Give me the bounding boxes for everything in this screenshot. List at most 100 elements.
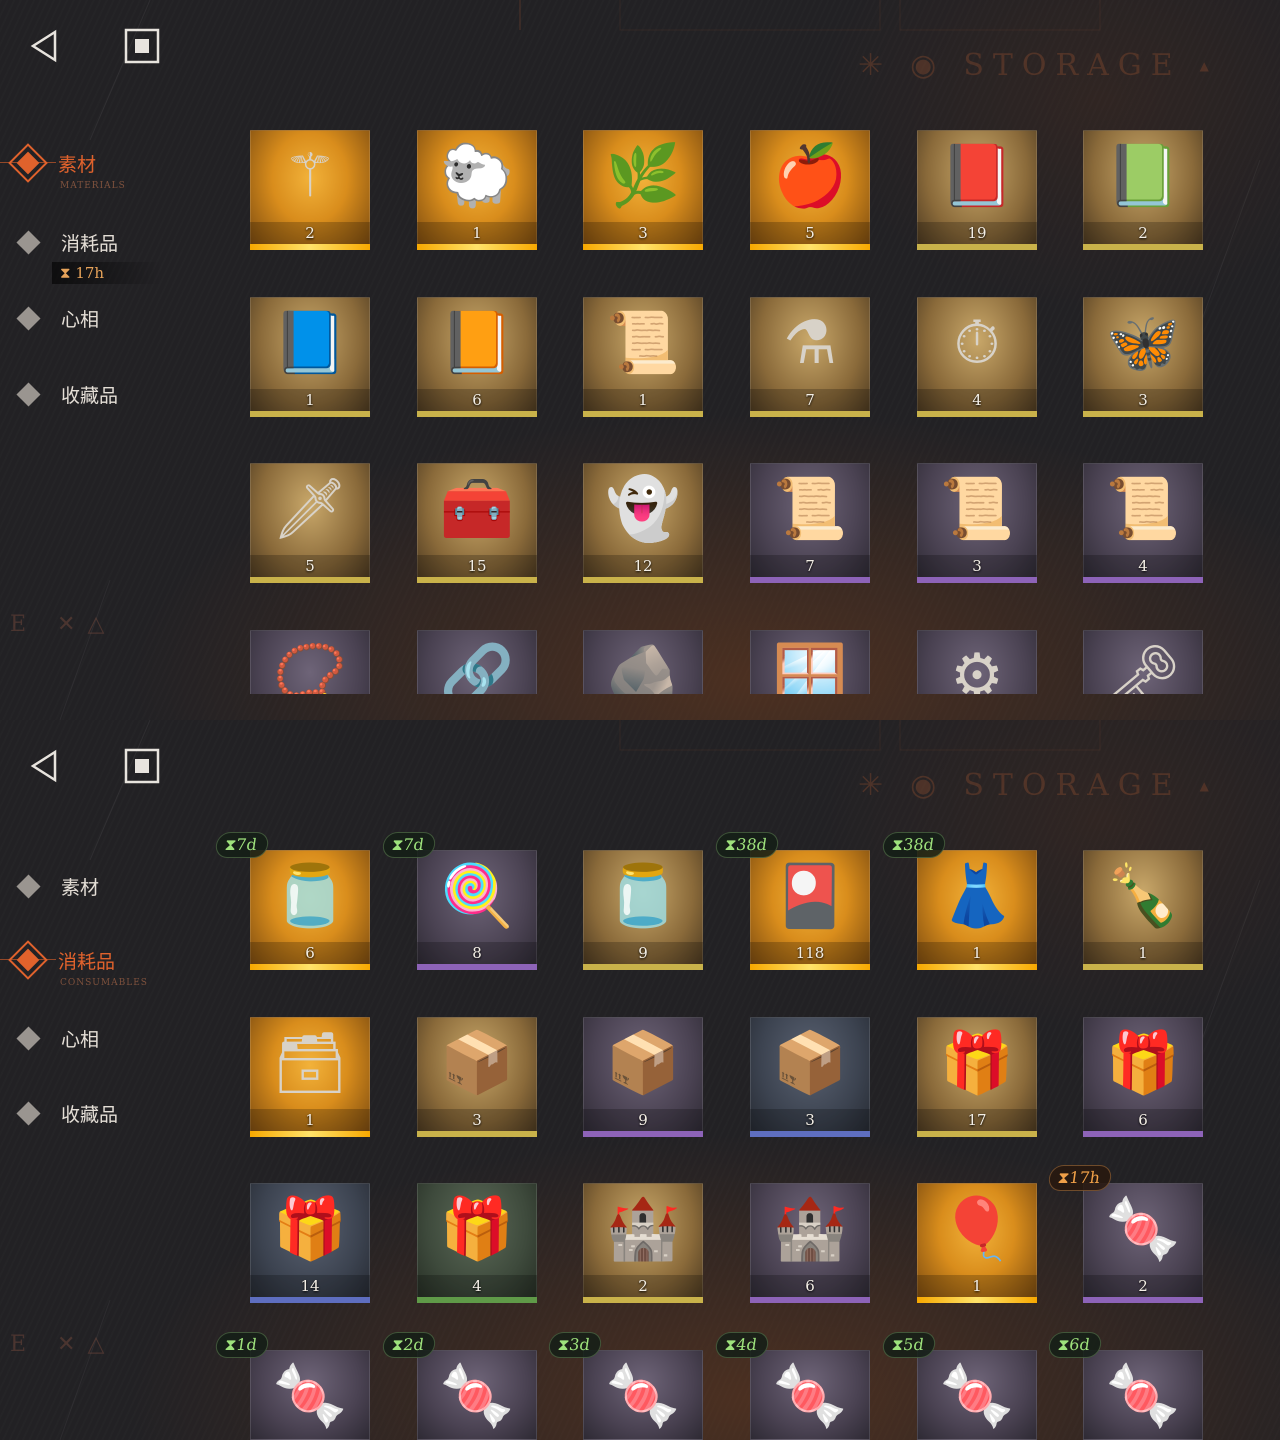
item-slot[interactable]: 🍬 ⧗1d [214, 1332, 370, 1440]
item-slot[interactable]: 🍬 ⧗2d [381, 1332, 537, 1440]
item-quantity: 5 [305, 557, 315, 575]
item-slot[interactable]: 🐑 1 [417, 130, 537, 250]
rarity-strip [250, 244, 370, 250]
rarity-strip [750, 1131, 870, 1137]
item-slot[interactable]: 📦 3 [750, 1017, 870, 1137]
expiry-badge: ⧗7d [214, 832, 270, 858]
item-slot[interactable]: 🍎 5 [750, 130, 870, 250]
nav-item-collectibles[interactable]: 收藏品 [16, 1100, 118, 1127]
item-slot[interactable]: 🏰 6 [750, 1183, 870, 1303]
storage-watermark: ✳ ◉ STORAGE ▲ [858, 768, 1218, 803]
item-quantity: 1 [972, 1277, 982, 1295]
expiry-badge: ⧗17h [1047, 1165, 1113, 1191]
item-slot[interactable]: 👻 12 [583, 463, 703, 583]
expiry-badge: ⧗5d [881, 1332, 937, 1358]
item-slot[interactable]: 📕 19 [917, 130, 1037, 250]
wrapped-candy-icon: 🍬 [772, 1361, 848, 1431]
item-slot[interactable]: 🗡 5 [250, 463, 370, 583]
item-slot[interactable]: ⚙ [917, 630, 1037, 694]
item-slot[interactable]: 🎁 17 [917, 1017, 1037, 1137]
item-slot[interactable]: 🎈 1 [917, 1183, 1037, 1303]
item-quantity: 1 [305, 391, 315, 409]
home-button[interactable] [122, 26, 162, 66]
item-slot[interactable]: 📦 9 [583, 1017, 703, 1137]
nav-item-materials[interactable]: 素材 [16, 873, 99, 900]
rarity-strip [583, 411, 703, 417]
nav-item-collectibles[interactable]: 收藏品 [16, 381, 118, 408]
home-button[interactable] [122, 746, 162, 786]
item-quantity: 4 [1138, 557, 1148, 575]
item-slot[interactable]: 📦 3 [417, 1017, 537, 1137]
item-slot[interactable]: 🧰 15 [417, 463, 537, 583]
item-slot[interactable]: 📘 1 [250, 297, 370, 417]
item-slot[interactable]: 🗃 1 [250, 1017, 370, 1137]
rarity-strip [583, 1297, 703, 1303]
item-slot[interactable]: 📿 [250, 630, 370, 694]
rarity-strip [750, 964, 870, 970]
item-slot[interactable]: ⚚ 2 [250, 130, 370, 250]
red-spellbook-icon: 📕 [939, 141, 1015, 211]
nav-item-mindscape[interactable]: 心相 [16, 305, 99, 332]
item-slot[interactable]: 🫙 6 ⧗7d [214, 832, 370, 970]
item-quantity: 17 [967, 1111, 987, 1129]
item-slot[interactable]: 🍭 8 ⧗7d [381, 832, 537, 970]
item-slot[interactable]: 📗 2 [1083, 130, 1203, 250]
expiry-badge: ⧗7d [381, 832, 437, 858]
item-slot[interactable]: 🍬 ⧗3d [547, 1332, 703, 1440]
item-quantity: 19 [967, 224, 987, 242]
item-slot[interactable]: 🍬 ⧗5d [881, 1332, 1037, 1440]
item-slot[interactable]: 🦋 3 [1083, 297, 1203, 417]
back-button[interactable] [24, 26, 64, 66]
item-slot[interactable]: 🎁 4 [417, 1183, 537, 1303]
item-quantity: 15 [467, 557, 487, 575]
item-slot[interactable]: 📜 1 [583, 297, 703, 417]
item-slot[interactable]: 🍾 1 [1083, 850, 1203, 970]
item-slot[interactable]: 📜 7 [750, 463, 870, 583]
item-slot[interactable]: 🎁 6 [1083, 1017, 1203, 1137]
gold-spellbook-icon: 📙 [439, 308, 515, 378]
item-slot[interactable]: 📜 4 [1083, 463, 1203, 583]
item-slot[interactable]: 🪨 [583, 630, 703, 694]
item-slot[interactable]: 🍬 2 ⧗17h [1047, 1165, 1203, 1303]
item-slot[interactable]: 🍬 ⧗4d [714, 1332, 870, 1440]
chain-whistle-icon: 🔗 [439, 641, 515, 694]
item-slot[interactable]: 🔗 [417, 630, 537, 694]
item-slot[interactable]: 🍬 ⧗6d [1047, 1332, 1203, 1440]
item-slot[interactable]: 🫙 9 [583, 850, 703, 970]
expiry-badge: ⧗3d [547, 1332, 603, 1358]
lollipop-icon: 🍭 [439, 861, 515, 931]
eye-emblem-icon: ◉ [910, 48, 946, 83]
item-quantity: 3 [972, 557, 982, 575]
rarity-strip [417, 577, 537, 583]
expiry-time: 4d [734, 1335, 759, 1354]
nav-label-materials: 素材 [58, 153, 97, 176]
nav-item-consumables[interactable]: 消耗品 [16, 229, 118, 256]
item-slot[interactable]: 👗 1 ⧗38d [881, 832, 1037, 970]
nav-item-mindscape[interactable]: 心相 [16, 1025, 99, 1052]
item-slot[interactable]: 🎴 118 ⧗38d [714, 832, 870, 970]
item-slot[interactable]: 🎁 14 [250, 1183, 370, 1303]
back-button[interactable] [24, 746, 64, 786]
item-slot[interactable]: 🌿 3 [583, 130, 703, 250]
nav-item-consumables[interactable]: 消耗品 CONSUMABLES [0, 938, 147, 988]
wrapped-candy-icon: 🍬 [1105, 1194, 1181, 1264]
item-slot[interactable]: 📜 3 [917, 463, 1037, 583]
rarity-strip [917, 1297, 1037, 1303]
item-quantity: 1 [638, 391, 648, 409]
nav-item-materials[interactable]: 素材 MATERIALS [0, 141, 125, 191]
eye-emblem-icon: ◉ [910, 768, 946, 803]
wooden-crate-icon: 📦 [772, 1028, 848, 1098]
gold-scroll-icon: 📜 [1105, 474, 1181, 544]
item-slot[interactable]: 🪟 [750, 630, 870, 694]
back-arrow-icon [30, 749, 57, 783]
item-quantity: 6 [472, 391, 482, 409]
item-slot[interactable]: ⚗ 7 [750, 297, 870, 417]
item-quantity: 3 [472, 1111, 482, 1129]
item-slot[interactable]: 📙 6 [417, 297, 537, 417]
item-slot[interactable]: ⏱ 4 [917, 297, 1037, 417]
item-slot[interactable]: 🗝 [1083, 630, 1203, 694]
caduceus-icon: ⚚ [283, 141, 337, 211]
nav-label-mindscape: 心相 [61, 1029, 100, 1051]
item-slot[interactable]: 🏰 2 [583, 1183, 703, 1303]
hot-air-balloon-icon: 🎈 [939, 1194, 1015, 1264]
